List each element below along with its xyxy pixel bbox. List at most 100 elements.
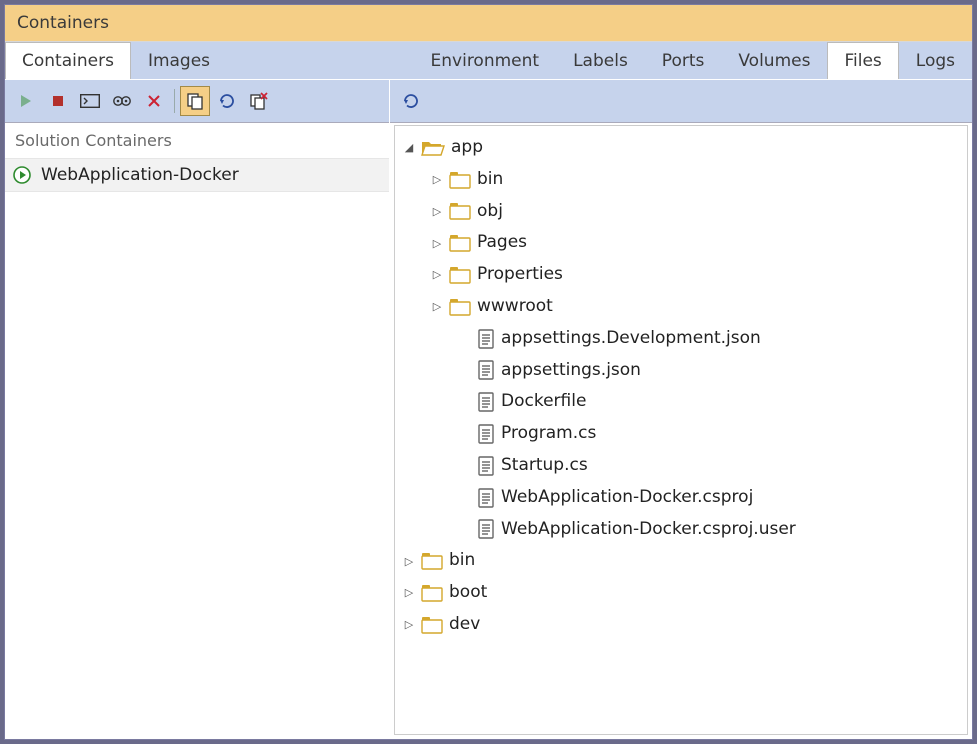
tree-file[interactable]: appsettings.Development.json	[395, 323, 967, 355]
prune-button[interactable]	[244, 86, 274, 116]
files-toolbar	[390, 79, 972, 123]
stop-icon	[50, 93, 66, 109]
prune-icon	[249, 92, 269, 110]
container-name: WebApplication-Docker	[41, 165, 239, 185]
folder-icon	[449, 202, 471, 220]
settings-button[interactable]	[107, 86, 137, 116]
tab-label: Containers	[22, 51, 114, 71]
tree-folder[interactable]: ◢ app	[395, 132, 967, 164]
attach-terminal-button[interactable]	[75, 86, 105, 116]
detail-tab-environment[interactable]: Environment	[414, 42, 557, 79]
tree-item-label: Dockerfile	[501, 390, 586, 414]
tree-item-label: wwwroot	[477, 295, 553, 319]
tree-file[interactable]: Dockerfile	[395, 386, 967, 418]
tree-item-label: bin	[477, 168, 503, 192]
file-icon	[477, 360, 495, 380]
window-title: Containers	[5, 5, 972, 41]
caret-right-icon[interactable]: ▷	[403, 617, 415, 632]
tree-file[interactable]: appsettings.json	[395, 355, 967, 387]
tree-file[interactable]: Startup.cs	[395, 450, 967, 482]
caret-down-icon[interactable]: ◢	[403, 140, 415, 155]
delete-icon	[146, 93, 162, 109]
file-icon	[477, 392, 495, 412]
container-list: WebApplication-Docker	[5, 158, 389, 739]
tree-folder[interactable]: ▷ wwwroot	[395, 291, 967, 323]
file-tree[interactable]: ◢ app ▷ bin ▷ obj ▷ Pages ▷ Properties ▷ wwwroot app…	[394, 125, 968, 735]
folder-icon	[421, 616, 443, 634]
remove-button[interactable]	[139, 86, 169, 116]
file-icon	[477, 519, 495, 539]
caret-right-icon[interactable]: ▷	[431, 267, 443, 282]
status-running-icon	[13, 166, 31, 184]
refresh-icon	[402, 92, 420, 110]
container-list-item[interactable]: WebApplication-Docker	[5, 158, 389, 192]
play-icon	[18, 93, 34, 109]
tree-item-label: dev	[449, 613, 480, 637]
tabs-row: Containers Images Environment Labels Ports V…	[5, 41, 972, 79]
tab-label: Labels	[573, 51, 628, 71]
tab-label: Volumes	[738, 51, 810, 71]
copy-button[interactable]	[180, 86, 210, 116]
tree-folder[interactable]: ▷ bin	[395, 164, 967, 196]
caret-right-icon[interactable]: ▷	[431, 172, 443, 187]
gear-icon	[112, 93, 132, 109]
tree-item-label: Startup.cs	[501, 454, 588, 478]
tree-file[interactable]: Program.cs	[395, 418, 967, 450]
file-icon	[477, 456, 495, 476]
detail-tab-labels[interactable]: Labels	[556, 42, 645, 79]
folder-icon	[449, 298, 471, 316]
detail-tab-logs[interactable]: Logs	[899, 42, 972, 79]
caret-right-icon[interactable]: ▷	[431, 236, 443, 251]
files-pane: ◢ app ▷ bin ▷ obj ▷ Pages ▷ Properties ▷ wwwroot app…	[390, 79, 972, 739]
containers-toolbar	[5, 79, 389, 123]
refresh-button[interactable]	[212, 86, 242, 116]
left-tab-images[interactable]: Images	[131, 42, 227, 79]
tab-label: Ports	[662, 51, 705, 71]
tree-item-label: WebApplication-Docker.csproj.user	[501, 518, 796, 542]
tree-folder[interactable]: ▷ dev	[395, 609, 967, 641]
caret-right-icon[interactable]: ▷	[431, 204, 443, 219]
file-icon	[477, 488, 495, 508]
tree-folder[interactable]: ▷ obj	[395, 196, 967, 228]
tree-file[interactable]: WebApplication-Docker.csproj.user	[395, 514, 967, 546]
left-tab-containers[interactable]: Containers	[5, 42, 131, 79]
caret-right-icon[interactable]: ▷	[431, 299, 443, 314]
folder-icon	[449, 234, 471, 252]
tree-item-label: WebApplication-Docker.csproj	[501, 486, 753, 510]
tree-folder[interactable]: ▷ Pages	[395, 227, 967, 259]
caret-right-icon[interactable]: ▷	[403, 585, 415, 600]
caret-right-icon[interactable]: ▷	[403, 554, 415, 569]
tree-item-label: appsettings.json	[501, 359, 641, 383]
tree-folder[interactable]: ▷ Properties	[395, 259, 967, 291]
terminal-icon	[80, 94, 100, 108]
detail-tab-volumes[interactable]: Volumes	[721, 42, 827, 79]
tab-label: Images	[148, 51, 210, 71]
start-button[interactable]	[11, 86, 41, 116]
folder-icon	[421, 552, 443, 570]
refresh-files-button[interactable]	[396, 86, 426, 116]
tree-item-label: boot	[449, 581, 487, 605]
tree-folder[interactable]: ▷ boot	[395, 577, 967, 609]
folder-icon	[449, 171, 471, 189]
toolbar-separator	[174, 89, 175, 113]
tree-item-label: obj	[477, 200, 503, 224]
tree-file[interactable]: WebApplication-Docker.csproj	[395, 482, 967, 514]
folder-open-icon	[421, 139, 445, 157]
section-header: Solution Containers	[5, 123, 389, 158]
tree-item-label: bin	[449, 549, 475, 573]
tree-item-label: Properties	[477, 263, 563, 287]
containers-tool-window: Containers Containers Images Environment L…	[4, 4, 973, 740]
tree-item-label: app	[451, 136, 483, 160]
file-icon	[477, 329, 495, 349]
detail-tab-files[interactable]: Files	[827, 42, 898, 79]
detail-tab-ports[interactable]: Ports	[645, 42, 722, 79]
tab-label: Logs	[916, 51, 955, 71]
tree-item-label: Pages	[477, 231, 527, 255]
tab-label: Files	[844, 51, 881, 71]
stop-button[interactable]	[43, 86, 73, 116]
refresh-icon	[218, 92, 236, 110]
tab-label: Environment	[431, 51, 540, 71]
copy-icon	[186, 92, 204, 110]
folder-icon	[421, 584, 443, 602]
tree-folder[interactable]: ▷ bin	[395, 545, 967, 577]
